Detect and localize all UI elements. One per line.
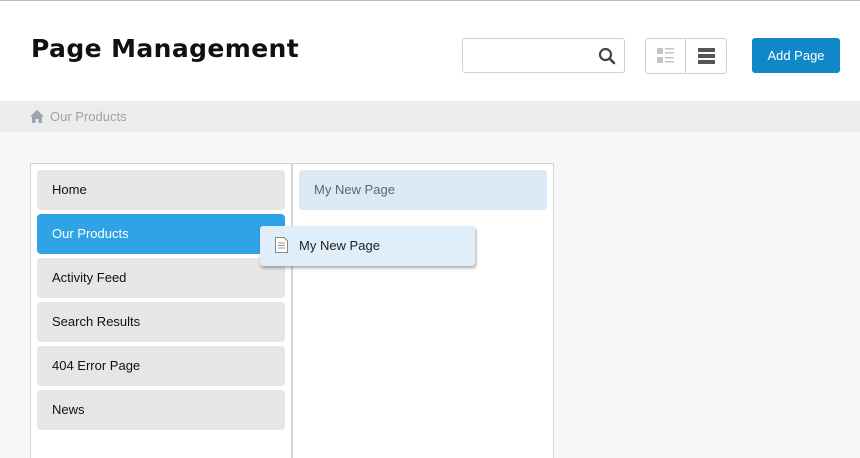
grid-list-icon — [657, 48, 674, 63]
sidebar-item-our-products[interactable]: Our Products — [37, 214, 285, 254]
search-input[interactable] — [469, 45, 589, 67]
dragged-page-item[interactable]: My New Page — [260, 226, 475, 266]
breadcrumb: Our Products — [0, 101, 860, 132]
home-icon[interactable] — [30, 110, 44, 123]
list-icon — [697, 48, 715, 64]
sidebar-item-search-results[interactable]: Search Results — [37, 302, 285, 342]
sidebar-item-home[interactable]: Home — [37, 170, 285, 210]
search-box[interactable] — [462, 38, 625, 73]
grid-list-view-button[interactable] — [646, 39, 687, 73]
sidebar-item-activity-feed[interactable]: Activity Feed — [37, 258, 285, 298]
view-toggle — [645, 38, 727, 74]
sidebar-item-404-error-page[interactable]: 404 Error Page — [37, 346, 285, 386]
dragged-page-label: My New Page — [299, 238, 380, 253]
sidebar-item-news[interactable]: News — [37, 390, 285, 430]
add-page-button[interactable]: Add Page — [752, 38, 840, 73]
child-page-item[interactable]: My New Page — [299, 170, 547, 210]
search-icon[interactable] — [598, 47, 616, 65]
column-divider — [291, 163, 293, 458]
breadcrumb-item-our-products[interactable]: Our Products — [50, 109, 127, 124]
header: Page Management Add Page — [0, 0, 860, 101]
list-view-button[interactable] — [686, 39, 726, 73]
document-icon — [275, 237, 288, 253]
page-title: Page Management — [31, 34, 300, 63]
